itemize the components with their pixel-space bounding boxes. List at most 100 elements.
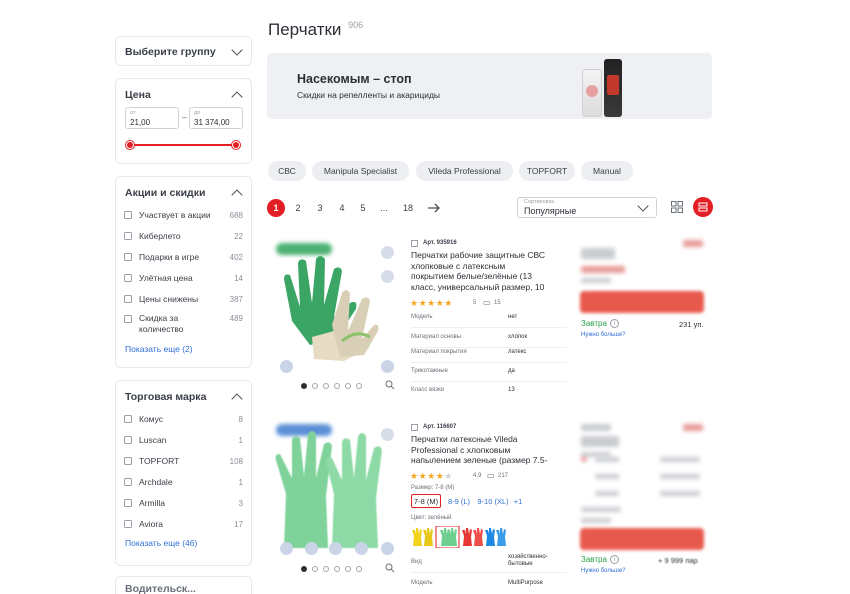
zoom-icon[interactable] [385, 380, 395, 390]
page-18-button[interactable]: 18 [399, 199, 417, 217]
checkbox[interactable] [124, 415, 132, 423]
reviews-count[interactable]: 217 [498, 473, 508, 479]
checkbox[interactable] [124, 315, 132, 323]
image-dot[interactable] [356, 383, 362, 389]
price-max-handle[interactable] [232, 141, 240, 149]
checkbox[interactable] [124, 295, 132, 303]
brand-option[interactable]: Archdale 1 [124, 475, 243, 489]
image-dot[interactable] [323, 566, 329, 572]
compare-icon[interactable] [381, 246, 394, 259]
image-dot[interactable] [301, 566, 307, 572]
checkbox[interactable] [124, 436, 132, 444]
checkbox[interactable] [124, 478, 132, 486]
image-dot[interactable] [334, 566, 340, 572]
group-select[interactable]: Выберите группу [115, 36, 252, 66]
promo-option[interactable]: Киберлето 22 [124, 229, 243, 243]
thumb-icon[interactable] [381, 360, 394, 373]
copy-icon[interactable] [411, 240, 418, 247]
brand-option[interactable]: TOPFORT 108 [124, 454, 243, 468]
add-to-cart-button[interactable] [580, 528, 704, 550]
sort-select[interactable]: Сортировка Популярные [517, 197, 657, 218]
brand-chip[interactable]: Manual [581, 161, 633, 181]
thumb-icon[interactable] [329, 542, 342, 555]
brand-chip[interactable]: Manipula Specialist [312, 161, 409, 181]
price-to-input[interactable]: до 31 374,00 [189, 107, 243, 129]
page-3-button[interactable]: 3 [311, 199, 329, 217]
reviews-icon[interactable]: ▭ [487, 471, 495, 480]
checkbox[interactable] [124, 274, 132, 282]
swatch-yellow-2[interactable] [423, 528, 433, 546]
swatch-blue-2[interactable] [496, 528, 506, 546]
info-icon[interactable]: i [610, 319, 619, 328]
checkbox[interactable] [124, 457, 132, 465]
size-option[interactable]: 9-10 (XL) [476, 494, 510, 508]
thumb-icon[interactable] [280, 542, 293, 555]
checkbox[interactable] [124, 253, 132, 261]
promo-banner[interactable]: Насекомым – стоп Скидки на репелленты и … [267, 53, 712, 119]
swatch-green-selected[interactable] [440, 528, 457, 546]
swatch-yellow[interactable] [412, 528, 422, 546]
grid-view-icon[interactable] [671, 201, 683, 213]
thumb-icon[interactable] [381, 542, 394, 555]
brand-option[interactable]: Комус 8 [124, 412, 243, 426]
page-5-button[interactable]: 5 [354, 199, 372, 217]
chevron-up-icon[interactable] [231, 91, 243, 103]
thumb-icon[interactable] [381, 270, 394, 283]
size-option-selected[interactable]: 7-8 (M) [411, 494, 441, 508]
add-to-cart-button[interactable] [580, 291, 704, 313]
brand-option[interactable]: Luscan 1 [124, 433, 243, 447]
size-option-more[interactable]: +1 [511, 494, 525, 508]
image-dot[interactable] [356, 566, 362, 572]
chevron-up-icon[interactable] [231, 393, 243, 405]
copy-icon[interactable] [411, 424, 418, 431]
brand-option[interactable]: Armilla 3 [124, 496, 243, 510]
next-filter-section[interactable]: Водительск... [115, 576, 252, 594]
image-dot[interactable] [312, 566, 318, 572]
reviews-count[interactable]: 15 [494, 300, 501, 306]
product-name[interactable]: Перчатки латексные Vileda Professional с… [411, 434, 549, 466]
thumb-icon[interactable] [280, 360, 293, 373]
swatch-blue[interactable] [485, 528, 495, 546]
thumb-icon[interactable] [355, 542, 368, 555]
page-1-button[interactable]: 1 [267, 199, 285, 217]
page-2-button[interactable]: 2 [289, 199, 307, 217]
image-dot[interactable] [345, 383, 351, 389]
product-image[interactable] [270, 237, 390, 377]
image-dot[interactable] [334, 383, 340, 389]
product-image[interactable] [270, 420, 390, 560]
checkbox[interactable] [124, 211, 132, 219]
need-more-link[interactable]: Нужно больше? [581, 568, 626, 574]
brand-option[interactable]: Aviora 17 [124, 517, 243, 531]
price-min-handle[interactable] [126, 141, 134, 149]
image-dot[interactable] [323, 383, 329, 389]
size-option[interactable]: 8-9 (L) [444, 494, 474, 508]
image-dot[interactable] [345, 566, 351, 572]
brand-chip[interactable]: Vileda Professional [416, 161, 513, 181]
swatch-red-2[interactable] [473, 528, 483, 546]
info-icon[interactable]: i [610, 555, 619, 564]
brand-chip[interactable]: TOPFORT [519, 161, 575, 181]
checkbox[interactable] [124, 499, 132, 507]
promo-option[interactable]: Участвует в акции 688 [124, 208, 243, 222]
promo-option[interactable]: Цены снижены 387 [124, 292, 243, 306]
promo-option[interactable]: Улётная цена 14 [124, 271, 243, 285]
reviews-icon[interactable]: ▭ [483, 298, 491, 307]
swatch-red[interactable] [462, 528, 472, 546]
chevron-up-icon[interactable] [231, 189, 243, 201]
promotions-show-more-link[interactable]: Показать еще (2) [125, 344, 193, 354]
brand-show-more-link[interactable]: Показать еще (46) [125, 538, 197, 548]
need-more-link[interactable]: Нужно больше? [581, 332, 626, 338]
checkbox[interactable] [124, 520, 132, 528]
zoom-icon[interactable] [385, 563, 395, 573]
image-dot[interactable] [312, 383, 318, 389]
page-4-button[interactable]: 4 [333, 199, 351, 217]
list-view-icon[interactable] [693, 197, 713, 217]
promo-option[interactable]: Подарки в игре 402 [124, 250, 243, 264]
brand-chip[interactable]: СВС [268, 161, 306, 181]
thumb-icon[interactable] [305, 542, 318, 555]
promo-option[interactable]: Скидка за количество 489 [124, 313, 243, 337]
image-dot[interactable] [301, 383, 307, 389]
price-from-input[interactable]: от 21,00 [125, 107, 179, 129]
compare-icon[interactable] [381, 428, 394, 441]
arrow-right-icon[interactable] [426, 200, 442, 216]
